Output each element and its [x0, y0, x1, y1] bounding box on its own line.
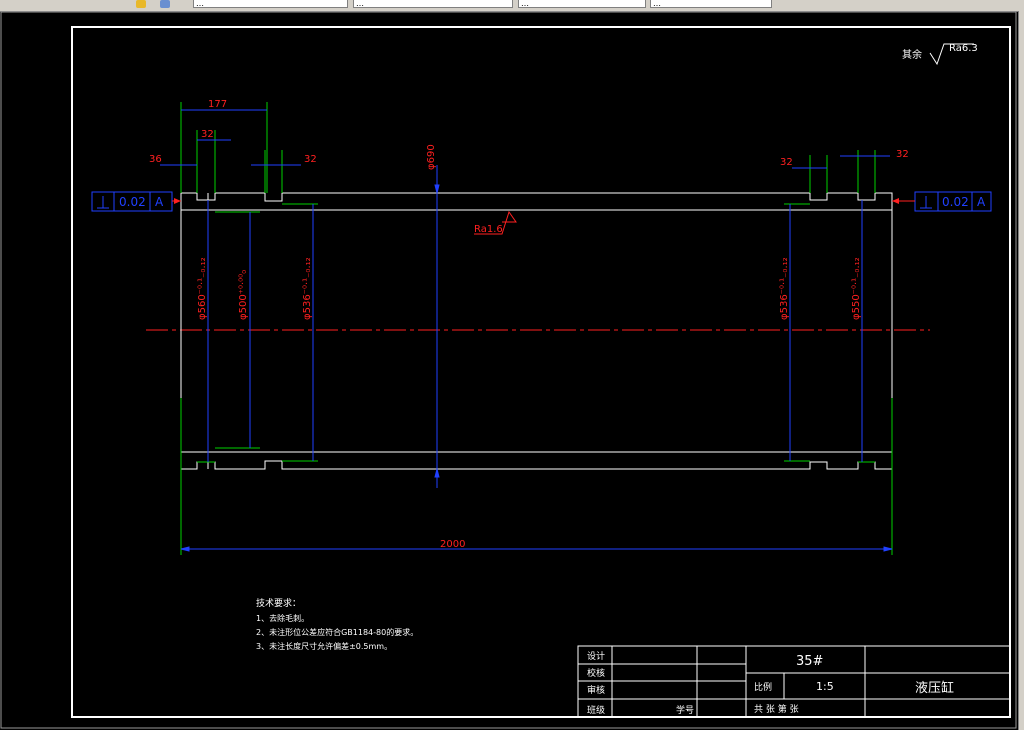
cylinder-outline: [180, 192, 893, 470]
layer-state-icon[interactable]: [136, 0, 146, 8]
tech-req-item-1: 1、去除毛刺。: [256, 613, 309, 623]
dim-phi-536-right: φ536⁻⁰·¹₋₀.₁₂: [779, 257, 790, 320]
roughness-inner: Ra1.6: [474, 224, 503, 235]
tech-req-item-3: 3、未注长度尺寸允许偏差±0.5mm。: [256, 641, 392, 651]
geo-tol-left-datum: A: [155, 195, 164, 209]
dim-phi-560-left: φ560⁻⁰·¹₋₀.₁₂: [197, 257, 208, 320]
vertical-scrollbar[interactable]: [1018, 11, 1024, 730]
model-space-border: [0, 11, 1017, 729]
layer-cube-icon[interactable]: [160, 0, 170, 8]
layer-dropdown[interactable]: …: [193, 0, 348, 8]
geo-tol-left-value: 0.02: [119, 195, 146, 209]
geo-tol-right-value: 0.02: [942, 195, 969, 209]
tb-sheets: 共 张 第 张: [754, 703, 799, 715]
tb-scale-value: 1:5: [816, 680, 834, 693]
surface-note-prefix: 其余: [902, 48, 922, 61]
dim-phi-536-left: φ536⁻⁰·¹₋₀.₁₂: [302, 257, 313, 320]
dim-32-top-right: 32: [896, 149, 909, 160]
tech-req-title: 技术要求：: [256, 597, 301, 609]
tb-material: 35#: [796, 654, 823, 669]
geo-tolerance-right: 0.02 A: [892, 191, 992, 212]
dim-phi-500: φ500⁺⁰·⁰⁰₀: [238, 270, 249, 320]
title-block-text: 设计 校核 审核 班级 学号 35# 比例 1:5 液压缸 共 张 第 张: [587, 650, 954, 716]
dim-32-right-groove: 32: [780, 157, 793, 168]
dim-phi-550-right: φ550⁻⁰·¹₋₀.₁₂: [851, 257, 862, 320]
tb-review: 审核: [587, 684, 605, 696]
dim-32-left-groove: 32: [304, 154, 317, 165]
dim-36: 36: [149, 154, 162, 165]
color-dropdown[interactable]: …: [353, 0, 513, 8]
lineweight-dropdown[interactable]: …: [650, 0, 772, 8]
geo-tol-right-datum: A: [977, 195, 986, 209]
dim-phi-690: φ690: [426, 144, 437, 170]
dim-177: 177: [208, 99, 227, 110]
extension-lines: [180, 102, 893, 555]
surface-note-value: Ra6.3: [949, 43, 978, 54]
tb-part-name: 液压缸: [915, 680, 954, 696]
tb-class: 班级: [587, 704, 605, 716]
linetype-dropdown[interactable]: …: [518, 0, 646, 8]
tb-proof: 校核: [587, 667, 605, 679]
tb-scale-label: 比例: [754, 681, 772, 693]
technical-requirements: 技术要求： 1、去除毛刺。 2、未注形位公差应符合GB1184-80的要求。 3…: [256, 597, 418, 651]
drawing-canvas[interactable]: 其余 Ra6.3 0.02 A 0.02 A Ra1.6 177 32 36 3…: [0, 11, 1018, 730]
dim-2000: 2000: [440, 539, 465, 550]
tb-student-no: 学号: [676, 704, 694, 716]
tech-req-item-2: 2、未注形位公差应符合GB1184-80的要求。: [256, 627, 418, 637]
tb-design: 设计: [587, 650, 605, 662]
dim-32-top-left: 32: [201, 129, 214, 140]
dimension-texts: 177 32 36 32 32 32 2000 φ690 φ560⁻⁰·¹₋₀.…: [149, 99, 909, 550]
geo-tolerance-left: 0.02 A: [91, 191, 181, 212]
